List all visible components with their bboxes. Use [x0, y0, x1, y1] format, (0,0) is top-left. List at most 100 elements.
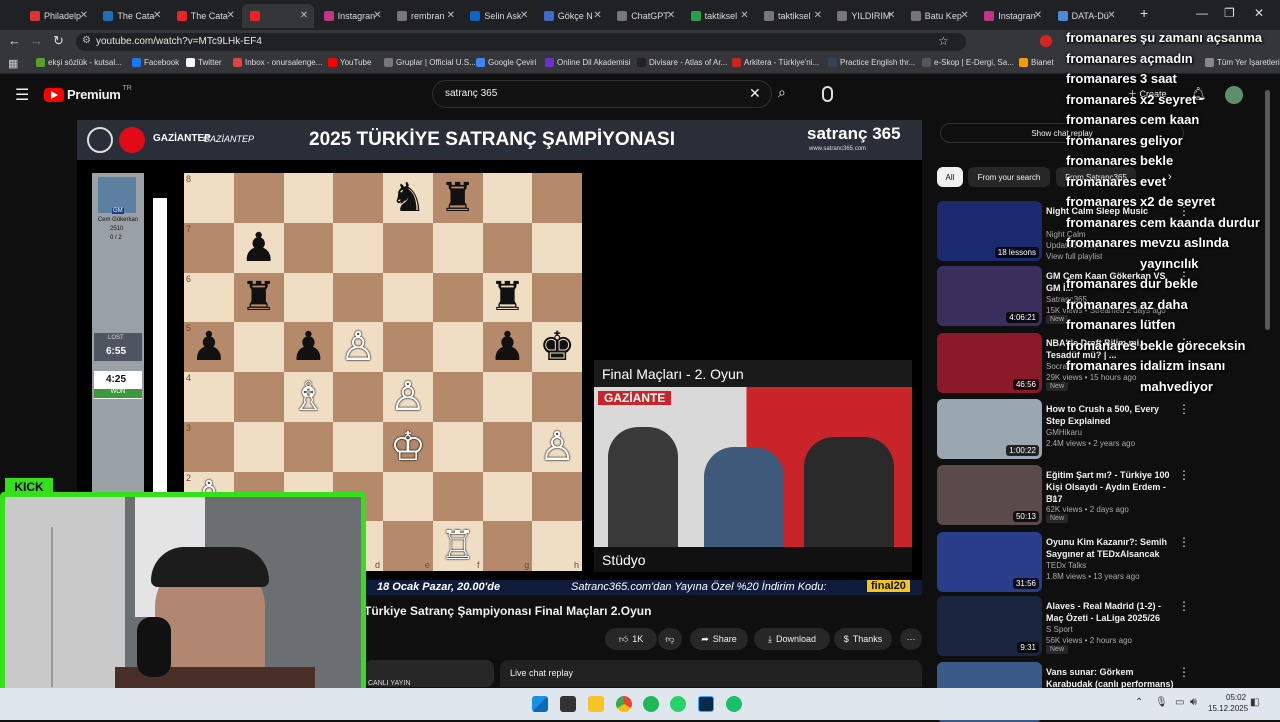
board-square[interactable]	[482, 421, 533, 472]
chess-piece[interactable]: ♟	[191, 327, 227, 367]
recommendation-title[interactable]: How to Crush a 500, Every Step Explained	[1046, 403, 1176, 427]
board-square[interactable]: h	[532, 521, 582, 571]
more-options-icon[interactable]: ⋮	[1178, 665, 1190, 679]
task-view-icon[interactable]	[560, 696, 576, 712]
board-square[interactable]	[333, 272, 383, 323]
tab-close-icon[interactable]: ✕	[447, 10, 455, 21]
board-square[interactable]	[283, 173, 334, 223]
minimize-button[interactable]: —	[1196, 6, 1208, 20]
board-square[interactable]: ♜	[432, 173, 483, 223]
like-button[interactable]: 👍︎ 1K	[605, 628, 657, 650]
site-info-icon[interactable]: ⚙	[82, 35, 91, 46]
chess-piece[interactable]: ♜	[440, 178, 476, 218]
browser-tab[interactable]: taktiksel ✕	[683, 4, 755, 28]
tab-close-icon[interactable]: ✕	[960, 10, 968, 21]
board-square[interactable]: 5 ♟	[184, 322, 234, 372]
filter-chip[interactable]: All	[937, 167, 963, 187]
avatar[interactable]	[1225, 86, 1243, 104]
browser-tab[interactable]: ✕	[242, 4, 315, 28]
chess-piece[interactable]: ♟	[290, 327, 326, 367]
bookmark-item[interactable]: Bianet	[1019, 58, 1054, 67]
bookmark-item[interactable]: e-Skop | E-Dergi, Sa...	[922, 58, 1014, 67]
volume-icon[interactable]: 🔊︎	[1190, 696, 1197, 709]
board-square[interactable]	[383, 222, 433, 273]
board-square[interactable]	[482, 173, 533, 223]
chess-piece[interactable]: ♔	[390, 427, 426, 467]
download-button[interactable]: ⤓ Download	[754, 628, 830, 650]
more-options-icon[interactable]: ⋮	[1178, 402, 1190, 416]
bookmark-item[interactable]: Inbox - onursalenge...	[233, 58, 322, 67]
recommendation-thumbnail[interactable]: 50:13	[937, 465, 1042, 525]
board-square[interactable]	[233, 173, 284, 223]
recommendation-title[interactable]: Oyunu Kim Kazanır?: Semih Saygıner at TE…	[1046, 536, 1176, 560]
browser-tab[interactable]: taktiksel ✕	[756, 4, 828, 28]
recommendation-thumbnail[interactable]: 1:00:22	[937, 399, 1042, 459]
browser-tab[interactable]: YILDIRIM ✕	[829, 4, 901, 28]
board-square[interactable]	[432, 322, 483, 372]
board-square[interactable]: ♟	[482, 322, 533, 372]
description-box[interactable]: CANLI YAYIN	[364, 660, 494, 687]
board-square[interactable]	[532, 471, 582, 522]
more-actions-button[interactable]: ⋯	[900, 628, 922, 650]
clock-time[interactable]: 05:02	[1226, 693, 1246, 702]
tab-close-icon[interactable]: ✕	[80, 10, 88, 21]
tab-close-icon[interactable]: ✕	[226, 10, 234, 21]
board-square[interactable]: ♗	[283, 372, 334, 422]
bookmark-item[interactable]: Online Dil Akademisi	[545, 58, 630, 67]
recommendation-channel[interactable]: TEDx Talks	[1046, 561, 1086, 570]
tray-chevron-icon[interactable]: ⌃	[1135, 697, 1143, 708]
browser-tab[interactable]: Instagran ✕	[976, 4, 1048, 28]
notification-icon[interactable]: ◧	[1250, 697, 1259, 708]
tab-close-icon[interactable]: ✕	[1107, 10, 1115, 21]
board-square[interactable]	[233, 372, 284, 422]
recommendation-channel[interactable]: GMHikaru	[1046, 428, 1082, 437]
chess-piece[interactable]: ♙	[340, 327, 376, 367]
tab-close-icon[interactable]: ✕	[814, 10, 822, 21]
browser-tab[interactable]: The Cata ✕	[169, 4, 241, 28]
tab-close-icon[interactable]: ✕	[593, 10, 601, 21]
tab-close-icon[interactable]: ✕	[373, 10, 381, 21]
tab-close-icon[interactable]: ✕	[520, 10, 528, 21]
board-square[interactable]	[482, 372, 533, 422]
chess-piece[interactable]: ♜	[241, 277, 277, 317]
spotify-icon[interactable]	[643, 696, 659, 712]
menu-icon[interactable]: ☰	[15, 85, 29, 105]
forward-icon[interactable]: →	[30, 33, 43, 48]
recommendation-thumbnail[interactable]: 18 lessons	[937, 201, 1042, 261]
board-square[interactable]: 7	[184, 222, 234, 273]
board-square[interactable]: ♟	[233, 222, 284, 273]
tab-close-icon[interactable]: ✕	[740, 10, 748, 21]
board-square[interactable]: f ♖	[432, 521, 483, 571]
board-square[interactable]	[532, 173, 582, 223]
scrollbar[interactable]	[1265, 90, 1270, 330]
file-explorer-icon[interactable]	[588, 696, 604, 712]
search-icon[interactable]: ⌕	[778, 84, 808, 112]
board-square[interactable]: ♔	[383, 421, 433, 472]
bookmark-item[interactable]: Tüm Yer İşaretleri	[1205, 58, 1280, 67]
network-icon[interactable]: ▭	[1175, 697, 1184, 708]
chess-piece[interactable]: ♙	[390, 377, 426, 417]
apps-grid-icon[interactable]: ▦	[8, 57, 18, 70]
start-menu-icon[interactable]	[532, 696, 548, 712]
board-square[interactable]: e	[383, 521, 433, 571]
reload-icon[interactable]: ↻	[53, 33, 64, 49]
browser-tab[interactable]: DATA-Dü ✕	[1050, 4, 1122, 28]
board-square[interactable]	[432, 372, 483, 422]
recommendation-channel[interactable]: S Sport	[1046, 625, 1073, 634]
chess-piece[interactable]: ♚	[539, 327, 575, 367]
board-square[interactable]	[432, 421, 483, 472]
board-square[interactable]	[283, 421, 334, 472]
chrome-icon[interactable]	[616, 696, 632, 712]
board-square[interactable]	[432, 471, 483, 522]
recommendation-title[interactable]: Alaves - Real Madrid (1-2) - Maç Özeti -…	[1046, 600, 1176, 624]
bookmark-item[interactable]: Gruplar | Official U.S...	[384, 58, 476, 67]
board-square[interactable]: ♚	[532, 322, 582, 372]
recommendation-title[interactable]: Vans sunar: Görkem Karabudak (canlı perf…	[1046, 666, 1176, 690]
chess-piece[interactable]: ♖	[440, 526, 476, 566]
voice-search-icon[interactable]	[822, 86, 833, 102]
browser-tab[interactable]: Selin Ask ✕	[462, 4, 534, 28]
more-options-icon[interactable]: ⋮	[1178, 468, 1190, 482]
board-square[interactable]	[432, 272, 483, 323]
back-icon[interactable]: ←	[8, 33, 21, 48]
bookmark-item[interactable]: Twitter	[186, 58, 222, 67]
